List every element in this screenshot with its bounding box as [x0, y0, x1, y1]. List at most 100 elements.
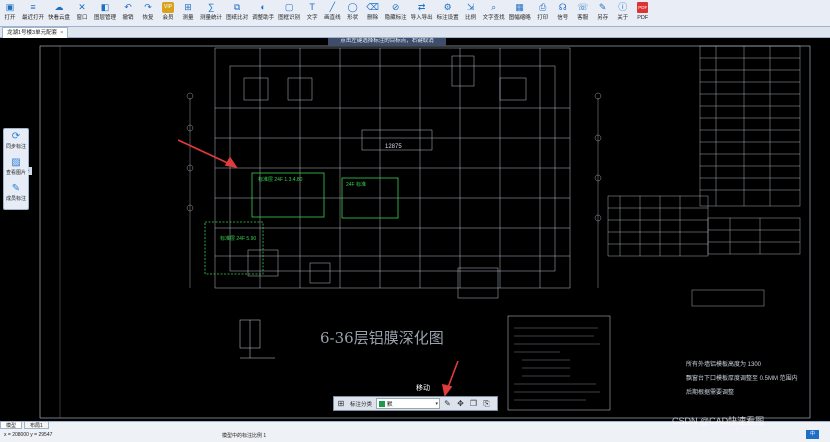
status-badge[interactable]: 中	[806, 430, 819, 439]
layout-tab[interactable]: 模型	[0, 421, 23, 429]
toolbar-save-as-button[interactable]: ✎ 另存	[593, 0, 613, 26]
toolbar-label: 信号	[557, 15, 569, 21]
category-color-swatch	[379, 400, 386, 407]
scale-icon: ⇲	[466, 2, 475, 12]
layout-tab[interactable]: 布局1	[24, 421, 49, 429]
toolbar-undo-button[interactable]: ↶ 撤销	[118, 0, 138, 26]
vip-icon: VIP	[162, 2, 175, 13]
toolbar-label: 比例	[465, 15, 477, 21]
collapse-panel-icon[interactable]: ‹	[28, 167, 32, 175]
hide-annotation-icon: ⊘	[391, 2, 400, 12]
toolbar-label: 图幅缩略	[508, 15, 531, 21]
adjust-assistant-icon: ◐	[260, 2, 266, 12]
toolbar-import-export-button[interactable]: ⇄ 导入导出	[409, 0, 435, 26]
member-annotation-icon: ✎	[11, 183, 21, 194]
toolbar-redo-button[interactable]: ↷ 恢复	[138, 0, 158, 26]
toolbar-shape-button[interactable]: ◯ 形状	[343, 0, 363, 26]
drawing-canvas[interactable]: 标准层 24F 1.3.4.80 24F 标准 标准层 24F 5.90 128…	[0, 38, 830, 421]
signal-icon: ☊	[558, 2, 567, 12]
toolbar-label: 客服	[577, 15, 589, 21]
open-folder-icon: ▣	[5, 2, 15, 12]
annotation-label-3: 标准层 24F 5.90	[220, 235, 256, 242]
watermark: CSDN @CAD快速看图	[672, 416, 765, 426]
recent-files-icon: ≡	[30, 2, 36, 12]
side-member-annotation-button[interactable]: ✎ 成员标注	[4, 181, 28, 207]
view-image-icon: ▨	[11, 157, 21, 168]
copy-icon[interactable]: ❐	[468, 398, 479, 409]
right-note-3: 后期根据需要调整	[686, 388, 734, 396]
annotation-label-2: 24F 标准	[346, 181, 366, 188]
edit-icon[interactable]: ✎	[442, 398, 453, 409]
paste-icon[interactable]: ⎘	[481, 398, 492, 409]
dimension-label: 12875	[385, 144, 402, 150]
toolbar-measure-stats-button[interactable]: ∑ 测量统计	[198, 0, 224, 26]
toolbar-recent-files-button[interactable]: ≡ 最近打开	[20, 0, 46, 26]
thumbnail-icon: ▦	[515, 2, 524, 12]
toolbar-hide-annotation-button[interactable]: ⊘ 隐藏标注	[383, 0, 409, 26]
toolbar-text-button[interactable]: T 文字	[302, 0, 322, 26]
toolbar-scale-button[interactable]: ⇲ 比例	[461, 0, 481, 26]
customer-service-icon: ☏	[577, 2, 589, 12]
move-label: 移动	[416, 385, 430, 392]
toolbar-customer-service-button[interactable]: ☏ 客服	[573, 0, 593, 26]
toolbar-label: 最近打开	[22, 15, 45, 21]
shape-icon: ◯	[347, 2, 358, 12]
grid-icon[interactable]: ⊞	[336, 399, 346, 408]
toolbar-label: 图纸比对	[226, 15, 249, 21]
toolbar-drawing-compare-button[interactable]: ⧉ 图纸比对	[224, 0, 250, 26]
toolbar-label: 关于	[617, 15, 629, 21]
move-icon[interactable]: ✥	[455, 398, 466, 409]
toolbar-window-button[interactable]: ✕ 窗口	[72, 0, 92, 26]
toolbar-label: 打开	[4, 15, 16, 21]
toolbar-layer-management-button[interactable]: ◧ 图层管理	[92, 0, 118, 26]
redo-icon: ↷	[144, 2, 152, 12]
side-sync-annotation-button[interactable]: ⟳ 同步标注	[4, 129, 28, 155]
pdf-icon: PDF	[637, 2, 649, 13]
toolbar-frame-recognize-button[interactable]: ▢ 图框识别	[276, 0, 302, 26]
line-icon: ╱	[329, 2, 336, 12]
toolbar-label: 画直线	[324, 15, 341, 21]
delete-icon: ⌫	[366, 2, 379, 12]
toolbar-cloud-drive-button[interactable]: ☁ 快看云盘	[46, 0, 72, 26]
toolbar-label: 测量统计	[200, 15, 223, 21]
document-tab[interactable]: 龙湖1号楼3单元配套 ×	[2, 27, 69, 38]
side-view-image-button[interactable]: ▨ 查看图片	[4, 155, 28, 181]
toolbar-label: 会员	[162, 15, 174, 21]
drawing-compare-icon: ⧉	[233, 2, 241, 12]
chevron-down-icon: ▾	[435, 400, 439, 407]
toolbar-pdf-button[interactable]: PDF PDF	[633, 0, 653, 26]
toolbar-measure-button[interactable]: ⊞ 测量	[178, 0, 198, 26]
toolbar-label: 快看云盘	[48, 15, 71, 21]
cursor-coordinates: x = 208000 y = 29547	[4, 432, 53, 438]
toolbar-label: 撤销	[122, 15, 134, 21]
close-icon[interactable]: ×	[60, 30, 63, 36]
toolbar-label: 测量	[182, 15, 194, 21]
toolbar-open-folder-button[interactable]: ▣ 打开	[0, 0, 20, 26]
import-export-icon: ⇄	[417, 2, 426, 12]
document-tab-title: 龙湖1号楼3单元配套	[7, 30, 58, 36]
toolbar-label: 删除	[367, 15, 379, 21]
text-icon: T	[309, 2, 315, 12]
drawing-title: 6-36层铝膜深化图	[320, 329, 444, 347]
toolbar-adjust-assistant-button[interactable]: ◐ 调整助手	[250, 0, 276, 26]
toolbar-vip-button[interactable]: VIP 会员	[158, 0, 178, 26]
text-search-icon: ⌕	[491, 2, 497, 12]
toolbar-delete-button[interactable]: ⌫ 删除	[363, 0, 383, 26]
annotation-scale-text: 模型中的标注比例 1	[222, 433, 267, 439]
annotation-category-select[interactable]: 默 ▾	[376, 398, 441, 409]
about-icon: ⓘ	[618, 2, 628, 12]
toolbar-text-search-button[interactable]: ⌕ 文字查找	[481, 0, 507, 26]
toolbar-label: 调整助手	[252, 15, 275, 21]
sync-annotation-icon: ⟳	[11, 131, 21, 142]
toolbar-thumbnail-button[interactable]: ▦ 图幅缩略	[507, 0, 533, 26]
toolbar-label: 文字	[306, 15, 318, 21]
toolbar-annotation-settings-button[interactable]: ⚙ 标注设置	[435, 0, 461, 26]
toolbar-line-button[interactable]: ╱ 画直线	[322, 0, 343, 26]
toolbar-label: PDF	[637, 15, 649, 21]
cad-drawing: 标准层 24F 1.3.4.80 24F 标准 标准层 24F 5.90 128…	[0, 38, 830, 421]
frame-recognize-icon: ▢	[284, 2, 294, 12]
toolbar-about-button[interactable]: ⓘ 关于	[613, 0, 633, 26]
toolbar-signal-button[interactable]: ☊ 信号	[553, 0, 573, 26]
toolbar-label: 图层管理	[94, 15, 117, 21]
toolbar-print-button[interactable]: ⎙ 打印	[533, 0, 553, 26]
